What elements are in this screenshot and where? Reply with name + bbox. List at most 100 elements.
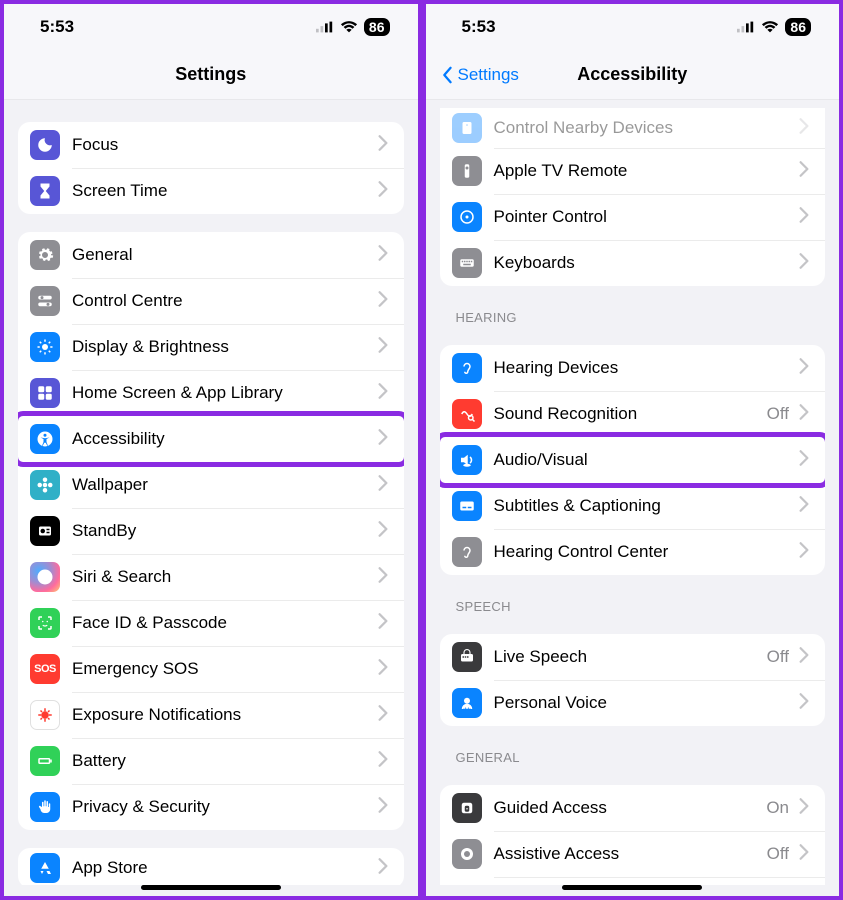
settings-group: Control Nearby Devices Apple TV Remote Poi… — [440, 108, 826, 286]
settings-group: App Store — [18, 848, 404, 885]
row-label: Apple TV Remote — [494, 161, 796, 181]
group-header: Speech — [426, 593, 840, 620]
chevron-right-icon — [374, 704, 392, 727]
settings-row-siri-search[interactable]: Siri & Search — [18, 554, 404, 600]
settings-row-guided-access[interactable]: Guided AccessOn — [440, 785, 826, 831]
chevron-right-icon — [374, 336, 392, 359]
gear-icon — [30, 240, 60, 270]
chevron-right-icon — [795, 646, 813, 669]
row-label: Pointer Control — [494, 207, 796, 227]
chevron-right-icon — [374, 244, 392, 267]
settings-row-face-id-passcode[interactable]: Face ID & Passcode — [18, 600, 404, 646]
settings-row-screen-time[interactable]: Screen Time — [18, 168, 404, 214]
hand-icon — [30, 792, 60, 822]
chevron-right-icon — [374, 658, 392, 681]
settings-row-keyboards[interactable]: Keyboards — [440, 240, 826, 286]
row-value: Off — [767, 647, 789, 667]
highlight-box: Audio/Visual — [440, 432, 826, 488]
row-label: Control Centre — [72, 291, 374, 311]
row-label: Accessibility — [72, 429, 374, 449]
chevron-right-icon — [795, 541, 813, 564]
settings-row-exposure-notifications[interactable]: Exposure Notifications — [18, 692, 404, 738]
chevron-right-icon — [374, 290, 392, 313]
settings-row-subtitles-captioning[interactable]: Subtitles & Captioning — [440, 483, 826, 529]
chevron-right-icon — [795, 449, 813, 472]
settings-row-focus[interactable]: Focus — [18, 122, 404, 168]
faceid-icon — [30, 608, 60, 638]
settings-row-home-screen-app-library[interactable]: Home Screen & App Library — [18, 370, 404, 416]
settings-row-battery[interactable]: Battery — [18, 738, 404, 784]
settings-row-pointer-control[interactable]: Pointer Control — [440, 194, 826, 240]
settings-row-general[interactable]: General — [18, 232, 404, 278]
remote-icon — [452, 113, 482, 143]
standby-icon — [30, 516, 60, 546]
nav-bar: Settings Accessibility — [426, 50, 840, 100]
settings-row-standby[interactable]: StandBy — [18, 508, 404, 554]
livespeech-icon — [452, 642, 482, 672]
signal-icon — [316, 18, 334, 36]
signal-icon — [737, 18, 755, 36]
row-label: Face ID & Passcode — [72, 613, 374, 633]
settings-row-live-speech[interactable]: Live SpeechOff — [440, 634, 826, 680]
settings-row-hearing-devices[interactable]: Hearing Devices — [440, 345, 826, 391]
siri-icon — [30, 562, 60, 592]
battery-icon — [30, 746, 60, 776]
chevron-right-icon — [374, 180, 392, 203]
toggles-icon — [30, 286, 60, 316]
settings-row-control-centre[interactable]: Control Centre — [18, 278, 404, 324]
chevron-right-icon — [374, 428, 392, 451]
sun-icon — [30, 332, 60, 362]
chevron-right-icon — [374, 566, 392, 589]
settings-row-sound-recognition[interactable]: Sound RecognitionOff — [440, 391, 826, 437]
settings-row-control-nearby-devices[interactable]: Control Nearby Devices — [440, 108, 826, 148]
row-value: Off — [767, 404, 789, 424]
tvremote-icon — [452, 156, 482, 186]
chevron-right-icon — [795, 797, 813, 820]
row-label: Display & Brightness — [72, 337, 374, 357]
settings-row-wallpaper[interactable]: Wallpaper — [18, 462, 404, 508]
captions-icon — [452, 491, 482, 521]
guided-icon — [452, 793, 482, 823]
row-label: Exposure Notifications — [72, 705, 374, 725]
status-indicators: 86 — [737, 18, 811, 36]
home-indicator[interactable] — [141, 885, 281, 890]
row-label: Hearing Devices — [494, 358, 796, 378]
moon-icon — [30, 130, 60, 160]
group-header: Hearing — [426, 304, 840, 331]
settings-row-assistive-access[interactable]: Assistive AccessOff — [440, 831, 826, 877]
audio-icon — [452, 445, 482, 475]
row-label: Subtitles & Captioning — [494, 496, 796, 516]
settings-row-display-brightness[interactable]: Display & Brightness — [18, 324, 404, 370]
left-phone: 5:53 86 Settings FocusScreen TimeGeneral… — [0, 0, 422, 900]
settings-row-app-store[interactable]: App Store — [18, 848, 404, 885]
accessibility-icon — [30, 424, 60, 454]
row-label: StandBy — [72, 521, 374, 541]
pointer-icon — [452, 202, 482, 232]
chevron-right-icon — [374, 520, 392, 543]
settings-row-audio-visual[interactable]: Audio/Visual — [440, 437, 826, 483]
battery-level: 86 — [785, 18, 811, 36]
settings-group: FocusScreen Time — [18, 122, 404, 214]
status-bar: 5:53 86 — [4, 4, 418, 50]
row-label: General — [72, 245, 374, 265]
settings-row-privacy-security[interactable]: Privacy & Security — [18, 784, 404, 830]
wifi-icon — [340, 18, 358, 36]
row-value: Off — [767, 844, 789, 864]
settings-row-personal-voice[interactable]: Personal Voice — [440, 680, 826, 726]
settings-list[interactable]: FocusScreen Time General Control Centre Dis… — [4, 100, 418, 885]
back-button[interactable]: Settings — [438, 65, 519, 85]
home-indicator[interactable] — [562, 885, 702, 890]
row-label: Battery — [72, 751, 374, 771]
settings-row-emergency-sos[interactable]: SOSEmergency SOS — [18, 646, 404, 692]
settings-row-siri[interactable]: Siri — [440, 877, 826, 885]
chevron-right-icon — [795, 403, 813, 426]
settings-row-accessibility[interactable]: Accessibility — [18, 416, 404, 462]
accessibility-list[interactable]: Control Nearby Devices Apple TV Remote Poi… — [426, 100, 840, 885]
row-label: Sound Recognition — [494, 404, 767, 424]
settings-row-apple-tv-remote[interactable]: Apple TV Remote — [440, 148, 826, 194]
chevron-right-icon — [795, 357, 813, 380]
settings-row-hearing-control-center[interactable]: Hearing Control Center — [440, 529, 826, 575]
chevron-right-icon — [374, 857, 392, 880]
flower-icon — [30, 470, 60, 500]
row-label: Personal Voice — [494, 693, 796, 713]
